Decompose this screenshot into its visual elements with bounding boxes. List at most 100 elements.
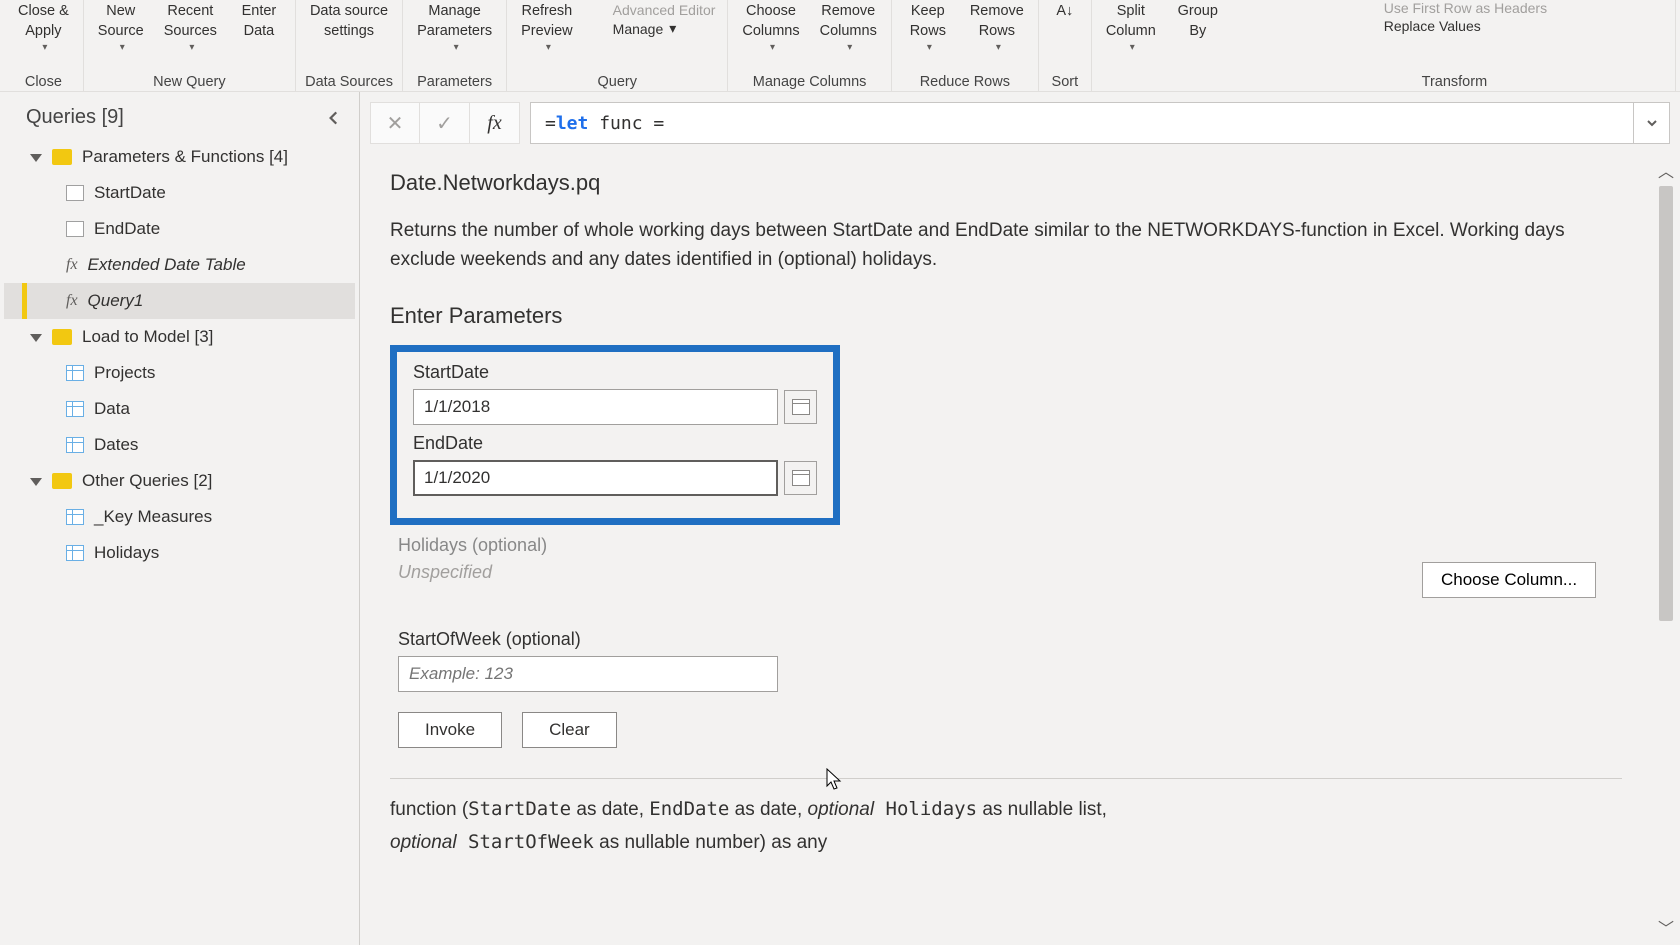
table-icon	[66, 437, 84, 453]
recent-sources-button[interactable]: Recent Sources▾	[156, 0, 225, 57]
ribbon-group-close: Close & Apply▾ Close	[4, 0, 84, 91]
scroll-thumb[interactable]	[1659, 186, 1673, 621]
tree-item-label: _Key Measures	[94, 507, 212, 527]
data-source-settings-button[interactable]: Data source settings	[302, 0, 396, 43]
folder-icon	[52, 329, 72, 345]
queries-pane: Queries [9] Parameters & Functions [4] S…	[0, 92, 360, 945]
tree-group-label: Other Queries [2]	[82, 471, 212, 491]
scroll-down-icon[interactable]: ﹀	[1658, 915, 1674, 939]
tree-item-extended-date[interactable]: fx Extended Date Table	[4, 247, 355, 283]
tree-item-startdate[interactable]: StartDate	[4, 175, 355, 211]
fx-button[interactable]: fx	[470, 102, 520, 144]
ribbon-group-split: Split Column▾ Group By	[1092, 0, 1234, 91]
cursor-icon	[826, 768, 844, 792]
ribbon-group-datasources: Data source settings Data Sources	[296, 0, 403, 91]
tree-item-label: Holidays	[94, 543, 159, 563]
table-icon	[66, 401, 84, 417]
formula-input[interactable]: = let func =	[530, 102, 1634, 144]
parameter-icon	[66, 221, 84, 237]
table-icon	[66, 365, 84, 381]
first-row-headers-button[interactable]: Use First Row as Headers	[1362, 0, 1547, 16]
calendar-icon	[792, 399, 810, 415]
manage-button[interactable]: Manage▾	[591, 20, 716, 37]
tree-item-query1[interactable]: fx Query1	[4, 283, 355, 319]
replace-icon	[1362, 18, 1378, 34]
startofweek-label: StartOfWeek (optional)	[398, 629, 1622, 650]
folder-icon	[52, 473, 72, 489]
tree-item-label: Projects	[94, 363, 155, 383]
startofweek-input[interactable]	[398, 656, 778, 692]
group-by-button[interactable]: Group By	[1168, 0, 1228, 43]
scroll-track[interactable]	[1659, 186, 1673, 911]
chevron-down-icon	[30, 334, 42, 342]
expand-formula-button[interactable]	[1634, 102, 1670, 144]
manage-icon	[591, 21, 607, 37]
start-date-label: StartDate	[413, 362, 817, 383]
split-column-button[interactable]: Split Column▾	[1098, 0, 1164, 57]
tree-item-holidays[interactable]: Holidays	[4, 535, 355, 571]
replace-values-button[interactable]: Replace Values	[1362, 18, 1547, 34]
fx-icon: fx	[66, 292, 78, 310]
sort-button[interactable]: A↓	[1045, 0, 1085, 24]
start-date-picker-button[interactable]	[784, 390, 817, 424]
ribbon-label-reducerows: Reduce Rows	[898, 71, 1032, 91]
queries-tree: Parameters & Functions [4] StartDate End…	[0, 139, 359, 571]
tree-group-load[interactable]: Load to Model [3]	[4, 319, 355, 355]
scroll-up-icon[interactable]: ︿	[1658, 158, 1674, 182]
ribbon-group-sort: A↓ Sort	[1039, 0, 1092, 91]
tree-item-label: Query1	[88, 291, 144, 311]
new-source-button[interactable]: New Source▾	[90, 0, 152, 57]
ribbon-group-parameters: Manage Parameters▾ Parameters	[403, 0, 507, 91]
manage-parameters-button[interactable]: Manage Parameters▾	[409, 0, 500, 57]
collapse-pane-icon[interactable]	[325, 109, 343, 127]
ribbon: Close & Apply▾ Close New Source▾ Recent …	[0, 0, 1680, 92]
ribbon-group-managecolumns: Choose Columns▾ Remove Columns▾ Manage C…	[728, 0, 891, 91]
commit-formula-button[interactable]: ✓	[420, 102, 470, 144]
calendar-icon	[792, 470, 810, 486]
fx-icon: fx	[66, 256, 78, 274]
tree-group-other[interactable]: Other Queries [2]	[4, 463, 355, 499]
vertical-scrollbar[interactable]: ︿ ﹀	[1652, 152, 1680, 945]
enter-data-button[interactable]: Enter Data	[229, 0, 289, 43]
ribbon-label-newquery: New Query	[90, 71, 289, 91]
keep-rows-button[interactable]: Keep Rows▾	[898, 0, 958, 57]
tree-item-enddate[interactable]: EndDate	[4, 211, 355, 247]
advanced-editor-button[interactable]: Advanced Editor	[591, 2, 716, 18]
ribbon-group-reducerows: Keep Rows▾ Remove Rows▾ Reduce Rows	[892, 0, 1039, 91]
tree-item-data[interactable]: Data	[4, 391, 355, 427]
table-icon	[66, 509, 84, 525]
end-date-input[interactable]	[413, 460, 778, 496]
holidays-label: Holidays (optional)	[398, 535, 1622, 556]
remove-rows-button[interactable]: Remove Rows▾	[962, 0, 1032, 57]
tree-item-label: StartDate	[94, 183, 166, 203]
function-description: Returns the number of whole working days…	[390, 216, 1600, 275]
parameter-icon	[66, 185, 84, 201]
clear-button[interactable]: Clear	[522, 712, 617, 748]
choose-column-button[interactable]: Choose Column...	[1422, 562, 1596, 598]
choose-columns-button[interactable]: Choose Columns▾	[734, 0, 807, 57]
ribbon-group-query: Refresh Preview▾ Advanced Editor Manage▾…	[507, 0, 728, 91]
tree-item-dates[interactable]: Dates	[4, 427, 355, 463]
ribbon-group-transform: Use First Row as Headers Replace Values …	[1234, 0, 1676, 91]
tree-item-projects[interactable]: Projects	[4, 355, 355, 391]
tree-group-label: Load to Model [3]	[82, 327, 213, 347]
ribbon-label-close: Close	[10, 71, 77, 91]
ribbon-label-parameters: Parameters	[409, 71, 500, 91]
remove-columns-button[interactable]: Remove Columns▾	[812, 0, 885, 57]
tree-item-keymeasures[interactable]: _Key Measures	[4, 499, 355, 535]
refresh-preview-button[interactable]: Refresh Preview▾	[513, 0, 581, 57]
chevron-down-icon	[30, 154, 42, 162]
ribbon-label-sort: Sort	[1045, 71, 1085, 91]
start-date-input[interactable]	[413, 389, 778, 425]
tree-group-params[interactable]: Parameters & Functions [4]	[4, 139, 355, 175]
enter-parameters-heading: Enter Parameters	[390, 303, 1622, 329]
headers-icon	[1362, 0, 1378, 16]
close-apply-button[interactable]: Close & Apply▾	[10, 0, 77, 57]
ribbon-label-split	[1098, 87, 1228, 91]
editor-icon	[591, 2, 607, 18]
cancel-formula-button[interactable]: ✕	[370, 102, 420, 144]
invoke-button[interactable]: Invoke	[398, 712, 502, 748]
function-title: Date.Networkdays.pq	[390, 170, 1622, 196]
required-params-highlight: StartDate EndDate	[390, 345, 840, 525]
end-date-picker-button[interactable]	[784, 461, 817, 495]
